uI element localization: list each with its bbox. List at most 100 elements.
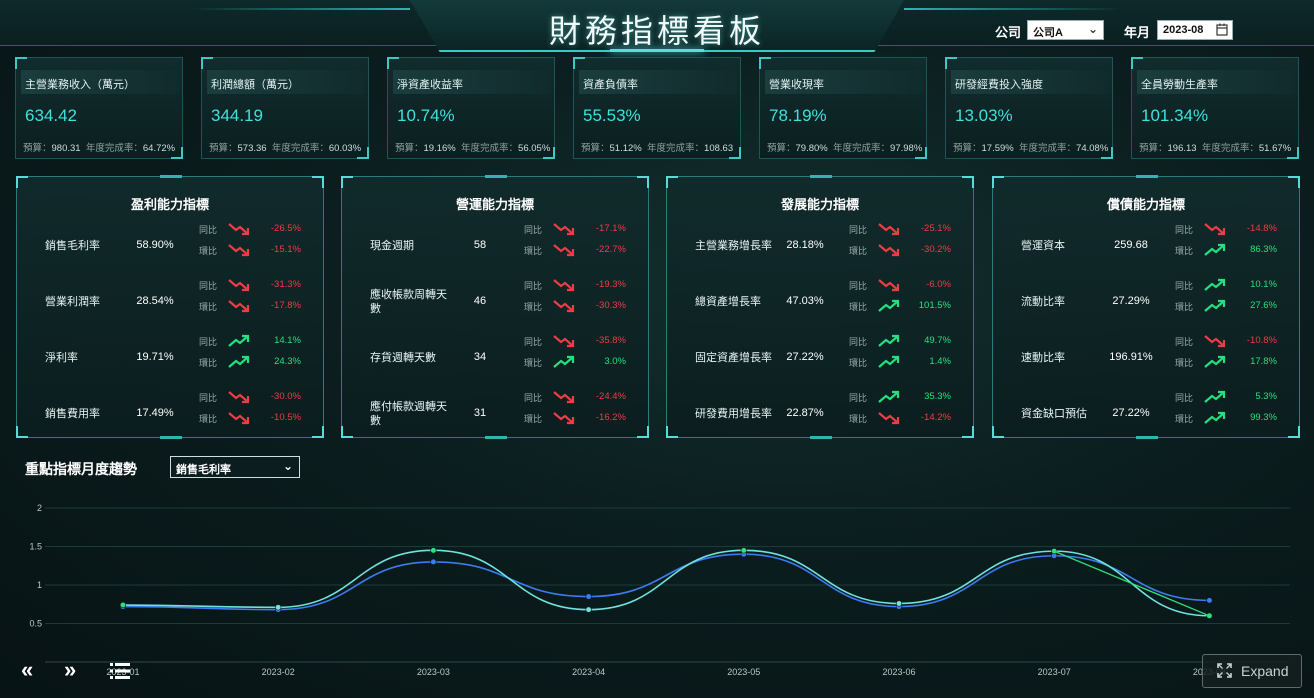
chevron-down-icon: ⌄ [282, 459, 293, 473]
kpi-card: 主營業務收入（萬元） 634.42 預算：980.31 年度完成率：64.72% [15, 57, 183, 159]
metric-value: 58.90% [136, 239, 174, 251]
double-chevron-right-icon[interactable]: » [64, 657, 76, 683]
panel-title: 償債能力指標 [1106, 197, 1185, 212]
mom-label: 環比 [849, 246, 868, 256]
metric-value: 31 [473, 407, 487, 419]
panel-corner [666, 176, 678, 188]
yoy-value: -24.4% [595, 391, 626, 402]
trend-down-icon [228, 243, 250, 257]
trend-metric-select-value: 銷售毛利率 [176, 464, 231, 476]
x-tick-label: 2023-07 [1038, 667, 1071, 677]
trend-down-icon [878, 411, 900, 425]
yoy-value: -25.1% [920, 223, 951, 234]
metric-name: 應付帳款週轉天數 [370, 401, 447, 427]
metric-name: 淨利率 [45, 352, 78, 364]
panel-notch [160, 436, 182, 439]
metric-name: 存貨週轉天數 [370, 352, 436, 364]
yoy-value: -30.0% [270, 391, 301, 402]
trend-title: 重點指標月度趨勢 [25, 461, 137, 477]
kpi-footer: 預算：79.80% 年度完成率：97.98% [767, 140, 922, 154]
calendar-icon [1216, 23, 1228, 39]
month-picker[interactable]: 2023-08 [1157, 20, 1233, 40]
trend-down-icon [878, 243, 900, 257]
yoy-label: 同比 [1175, 337, 1194, 347]
mom-value: -30.3% [595, 300, 626, 311]
mom-value: 24.3% [274, 356, 301, 367]
yoy-value: -35.8% [595, 335, 626, 346]
yoy-value: -14.8% [1246, 223, 1277, 234]
panel-title: 營運能力指標 [455, 197, 534, 212]
company-select[interactable]: 公司A ⌄ [1027, 20, 1104, 40]
kpi-label: 資產負債率 [579, 70, 737, 94]
data-point [119, 601, 127, 609]
mom-value: 101.5% [918, 300, 951, 311]
kpi-rate: 64.72% [142, 143, 176, 154]
trend-metric-select[interactable]: 銷售毛利率 ⌄ [170, 456, 300, 478]
trend-down-icon [228, 278, 250, 292]
trend-down-icon [553, 390, 575, 404]
mom-value: 86.3% [1250, 244, 1277, 255]
panel-corner [992, 176, 1004, 188]
yoy-label: 同比 [849, 225, 868, 235]
kpi-budget: 980.31 [51, 143, 81, 154]
panel-corner [666, 426, 678, 438]
yoy-label: 同比 [849, 337, 868, 347]
mom-label: 環比 [1175, 302, 1194, 312]
kpi-rate-label: 年度完成率： [1019, 143, 1077, 154]
metric-name: 總資產增長率 [695, 296, 761, 308]
metric-name: 銷售費用率 [45, 408, 100, 420]
kpi-value: 78.19% [769, 106, 827, 125]
list-icon[interactable] [110, 660, 130, 686]
trend-up-icon [553, 355, 575, 369]
double-chevron-left-icon[interactable]: « [21, 657, 33, 683]
metric-value: 28.54% [136, 295, 174, 307]
panel-notch [485, 436, 507, 439]
yoy-label: 同比 [1175, 225, 1194, 235]
metric-value: 47.03% [786, 295, 824, 307]
yoy-value: -17.1% [595, 223, 626, 234]
trend-up-icon [1204, 355, 1226, 369]
data-point [430, 547, 437, 554]
data-point [740, 547, 747, 554]
mom-value: -15.1% [270, 244, 301, 255]
panel-corner [1288, 176, 1300, 188]
metric-value: 259.68 [1114, 239, 1148, 251]
trend-chart: 0.511.522023-012023-022023-032023-042023… [29, 503, 1290, 677]
mom-label: 環比 [849, 302, 868, 312]
yoy-value: 10.1% [1250, 279, 1277, 290]
yoy-value: -31.3% [270, 279, 301, 290]
panel-corner [16, 176, 28, 188]
x-tick-label: 2023-02 [262, 667, 295, 677]
trend-down-icon [553, 243, 575, 257]
yoy-value: 5.3% [1255, 391, 1277, 402]
company-select-value: 公司A [1033, 27, 1063, 39]
metric-value: 27.22% [786, 351, 824, 363]
mom-value: 27.6% [1250, 300, 1277, 311]
x-tick-label: 2023-05 [727, 667, 760, 677]
trend-down-icon [553, 334, 575, 348]
kpi-rate: 51.67% [1258, 143, 1292, 154]
kpi-value: 55.53% [583, 106, 641, 125]
kpi-card: 淨資產收益率 10.74% 預算：19.16% 年度完成率：56.05% [387, 57, 555, 159]
kpi-budget: 573.36 [237, 143, 267, 154]
metric-value: 27.22% [1112, 407, 1150, 419]
mom-value: -10.5% [270, 412, 301, 423]
kpi-label: 利潤總額（萬元） [207, 70, 365, 94]
trend-up-icon [878, 334, 900, 348]
expand-button[interactable]: Expand [1202, 654, 1302, 688]
mom-label: 環比 [524, 246, 543, 256]
metric-value: 17.49% [136, 407, 174, 419]
metric-name: 研發費用增長率 [695, 408, 772, 420]
panel-notch [1136, 436, 1158, 439]
x-tick-label: 2023-03 [417, 667, 450, 677]
mom-value: -22.7% [595, 244, 626, 255]
trend-up-icon [878, 299, 900, 313]
kpi-rate-label: 年度完成率： [647, 143, 705, 154]
metric-value: 196.91% [1109, 351, 1153, 363]
kpi-budget-label: 預算： [23, 143, 52, 154]
yoy-value: 49.7% [924, 335, 951, 346]
metric-name: 營業利潤率 [45, 296, 100, 308]
kpi-budget-label: 預算： [209, 143, 238, 154]
mom-value: 3.0% [604, 356, 626, 367]
kpi-rate: 74.08% [1076, 143, 1109, 154]
